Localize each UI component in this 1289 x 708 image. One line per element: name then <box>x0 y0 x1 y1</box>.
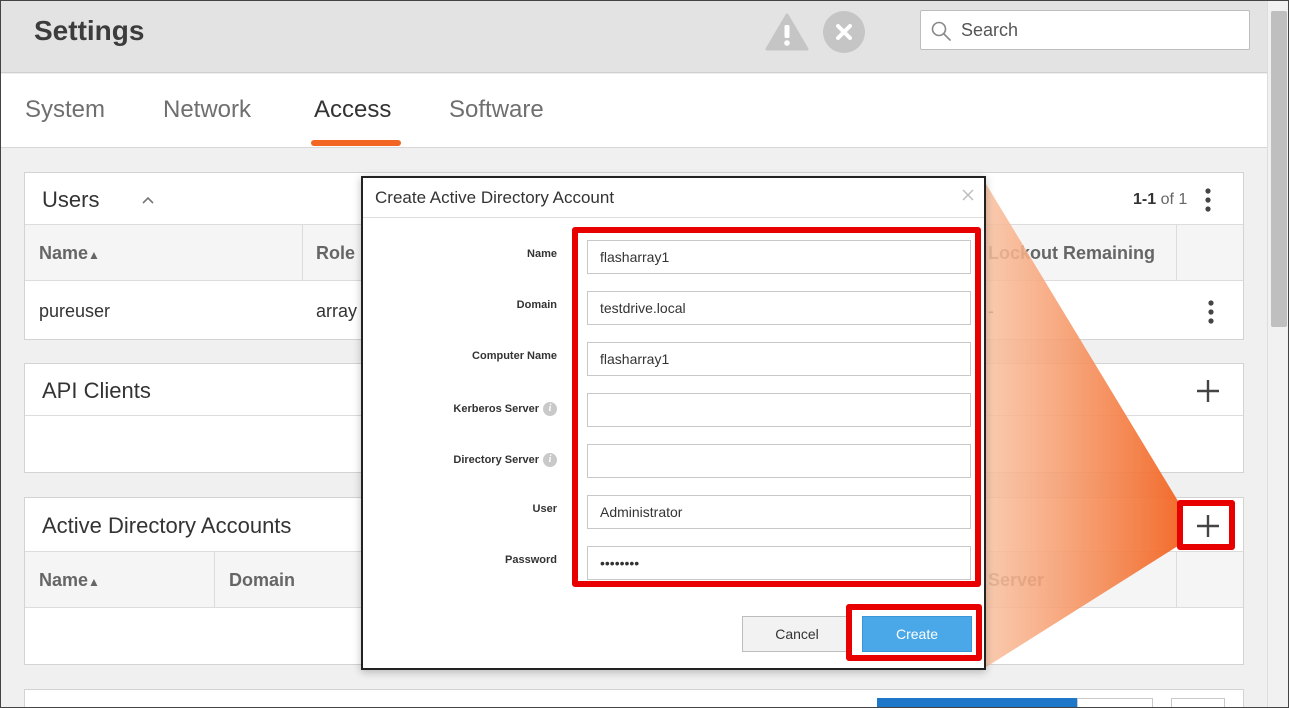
partial-button[interactable] <box>1077 698 1153 707</box>
critical-alert-icon[interactable] <box>823 11 865 53</box>
col-lockout[interactable]: Lockout Remaining <box>988 243 1155 264</box>
user-field[interactable] <box>587 495 971 529</box>
warning-icon[interactable] <box>765 13 809 51</box>
search-box[interactable] <box>920 10 1250 50</box>
page-scrollbar[interactable] <box>1267 1 1288 707</box>
user-label: User <box>532 503 557 515</box>
settings-window: Settings System Network Access Software <box>0 0 1289 708</box>
directory-server-field[interactable] <box>587 444 971 478</box>
kerberos-server-field[interactable] <box>587 393 971 427</box>
col-name-label: Name <box>39 243 89 263</box>
domain-label: Domain <box>516 299 557 311</box>
search-icon <box>931 21 951 41</box>
sort-asc-icon: ▲ <box>88 575 100 589</box>
page-title: Settings <box>34 15 145 46</box>
users-menu-kebab-icon[interactable] <box>1205 187 1211 213</box>
collapse-caret-icon[interactable] <box>141 195 155 205</box>
ad-col-server[interactable]: Server <box>988 570 1044 591</box>
scrollbar-thumb[interactable] <box>1271 11 1287 327</box>
column-divider <box>302 225 303 281</box>
user-name-cell: pureuser <box>39 301 111 321</box>
ad-accounts-title: Active Directory Accounts <box>42 513 292 538</box>
directory-server-label: Directory Server <box>453 453 539 466</box>
tab-software[interactable]: Software <box>449 96 544 124</box>
partial-blue-button[interactable] <box>877 698 1077 707</box>
users-pagination: 1-1 of 1 <box>1133 191 1187 209</box>
computer-name-label: Computer Name <box>472 350 557 362</box>
info-icon[interactable]: i <box>543 402 557 416</box>
cancel-button[interactable]: Cancel <box>742 616 852 652</box>
password-field[interactable] <box>587 546 971 580</box>
kerberos-server-label: Kerberos Server <box>453 402 539 415</box>
active-tab-indicator <box>311 140 401 146</box>
row-menu-kebab-icon[interactable] <box>1208 299 1214 325</box>
add-ad-account-plus-icon[interactable] <box>1195 513 1221 539</box>
add-api-client-plus-icon[interactable] <box>1195 378 1221 404</box>
col-role[interactable]: Role <box>316 243 355 264</box>
create-button[interactable]: Create <box>862 616 972 652</box>
header: Settings <box>1 1 1267 73</box>
tab-system[interactable]: System <box>25 96 105 124</box>
name-label: Name <box>527 248 557 260</box>
search-input[interactable] <box>961 17 1241 43</box>
dialog-title: Create Active Directory Account <box>375 188 615 207</box>
column-divider <box>1176 225 1177 281</box>
computer-name-field[interactable] <box>587 342 971 376</box>
user-lockout-cell: - <box>988 301 994 321</box>
column-divider <box>1176 552 1177 608</box>
tab-network[interactable]: Network <box>163 96 251 124</box>
ad-col-domain[interactable]: Domain <box>229 570 295 591</box>
sort-asc-icon: ▲ <box>88 248 100 262</box>
ad-col-name[interactable]: Name▲ <box>39 570 100 591</box>
close-icon[interactable] <box>961 188 975 202</box>
settings-tabs: System Network Access Software <box>1 74 1267 148</box>
col-name[interactable]: Name▲ <box>39 243 100 264</box>
name-field[interactable] <box>587 240 971 274</box>
tab-access[interactable]: Access <box>314 96 391 124</box>
api-clients-title: API Clients <box>42 378 151 403</box>
info-icon[interactable]: i <box>543 453 557 467</box>
column-divider <box>214 552 215 608</box>
password-label: Password <box>505 554 557 566</box>
pagination-range: 1-1 <box>1133 191 1157 208</box>
directory-server-label-row: Directory Server i <box>363 453 557 467</box>
kerberos-server-label-row: Kerberos Server i <box>363 402 557 416</box>
domain-field[interactable] <box>587 291 971 325</box>
ad-col-name-label: Name <box>39 570 89 590</box>
dialog-header: Create Active Directory Account <box>363 178 984 218</box>
user-role-cell: array <box>316 301 358 321</box>
users-title: Users <box>42 187 100 212</box>
partial-button[interactable] <box>1171 698 1225 707</box>
create-ad-account-dialog: Create Active Directory Account Name Dom… <box>361 176 986 670</box>
pagination-total: of 1 <box>1160 191 1188 208</box>
